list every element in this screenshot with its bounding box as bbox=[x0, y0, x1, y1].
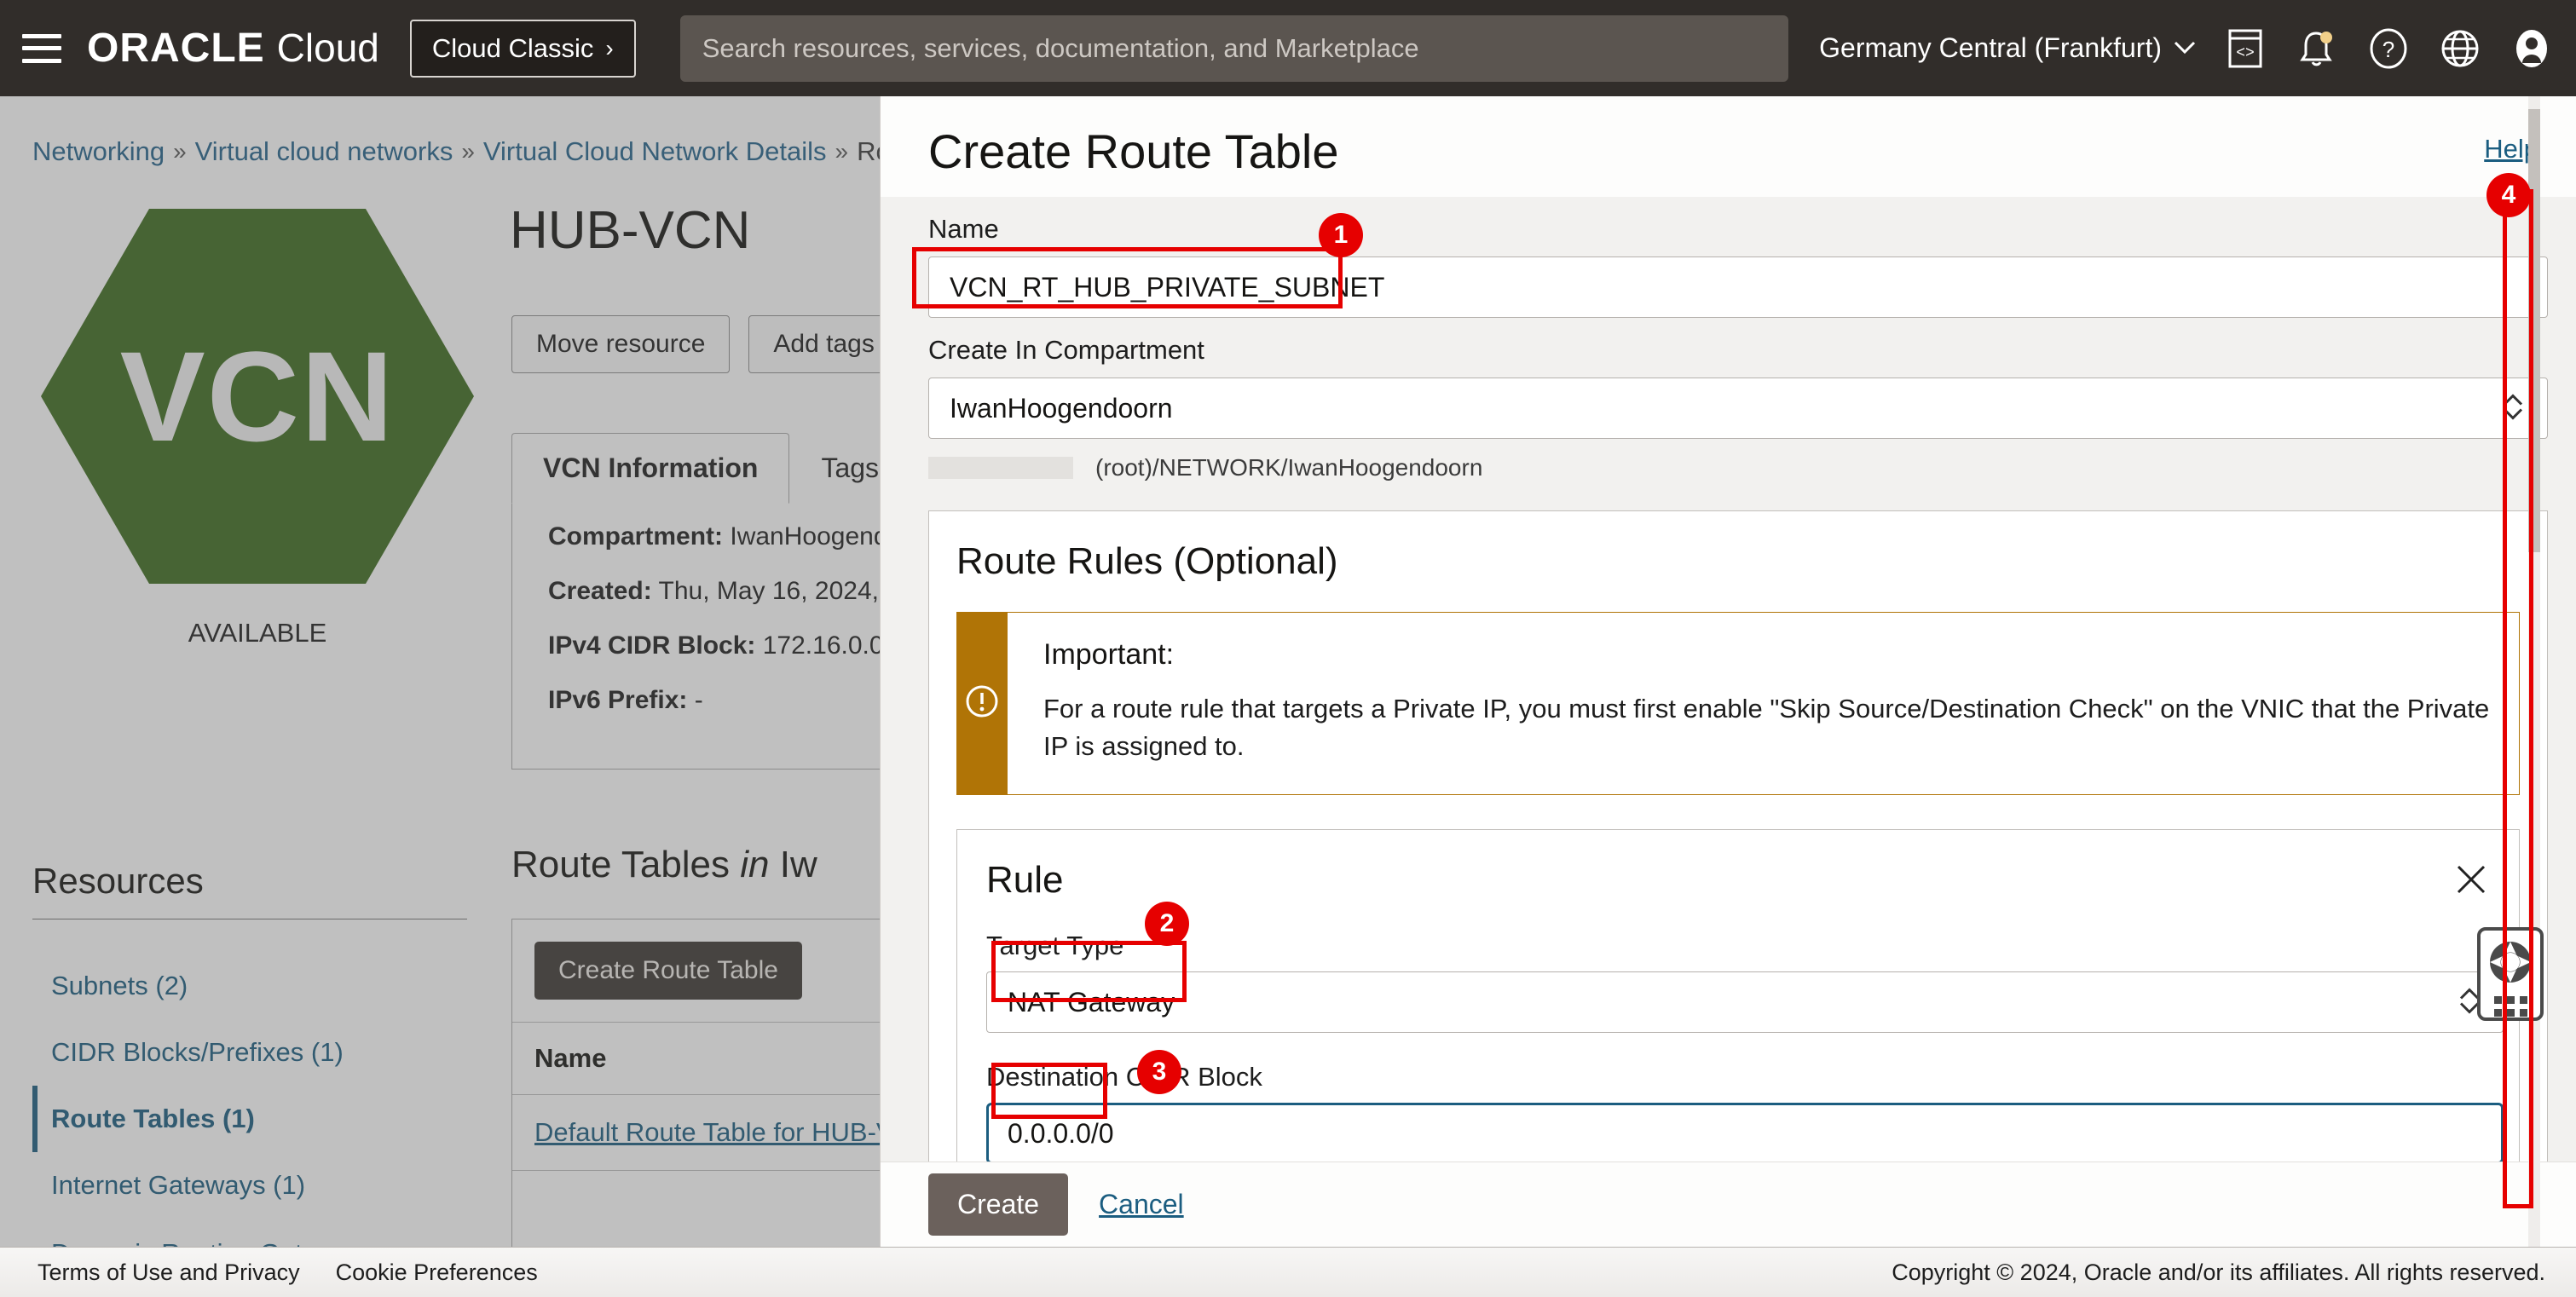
sidebar-item-cidr-blocks[interactable]: CIDR Blocks/Prefixes (1) bbox=[32, 1019, 476, 1086]
footer-links: Terms of Use and Privacy Cookie Preferen… bbox=[38, 1260, 538, 1286]
name-input[interactable] bbox=[928, 257, 2548, 318]
alert-text: For a route rule that targets a Private … bbox=[1043, 690, 2490, 765]
breadcrumb-item-networking[interactable]: Networking bbox=[32, 136, 165, 167]
sidebar-item-internet-gateways[interactable]: Internet Gateways (1) bbox=[32, 1152, 476, 1219]
vcn-availability-status: AVAILABLE bbox=[188, 618, 327, 648]
cloud-classic-button[interactable]: Cloud Classic › bbox=[410, 20, 636, 78]
search-input[interactable] bbox=[702, 33, 1766, 64]
compartment-path-placeholder-block bbox=[928, 457, 1073, 479]
vcn-hexagon-label: VCN bbox=[120, 323, 396, 470]
topbar-actions: Germany Central (Frankfurt) <> bbox=[1819, 26, 2554, 71]
help-question-icon[interactable]: ? bbox=[2366, 26, 2411, 71]
move-resource-button[interactable]: Move resource bbox=[511, 315, 730, 373]
alert-title: Important: bbox=[1043, 638, 2490, 672]
route-rules-title: Route Rules (Optional) bbox=[956, 540, 2520, 583]
alert-body: Important: For a route rule that targets… bbox=[1008, 613, 2519, 794]
breadcrumb-separator-1: » bbox=[173, 138, 187, 165]
top-navigation-bar: ORACLE Cloud Cloud Classic › Germany Cen… bbox=[0, 0, 2576, 96]
language-globe-icon[interactable] bbox=[2438, 26, 2482, 71]
help-widget[interactable] bbox=[2477, 927, 2544, 1021]
compartment-select[interactable] bbox=[928, 378, 2548, 439]
panel-title: Create Route Table bbox=[928, 124, 1339, 179]
resources-heading: Resources bbox=[32, 861, 467, 902]
compartment-path-hint: (root)/NETWORK/IwanHoogendoorn bbox=[928, 454, 2550, 481]
exclamation-circle-icon bbox=[964, 683, 1000, 723]
route-table-link[interactable]: Default Route Table for HUB-VCN bbox=[534, 1117, 932, 1147]
route-tables-title-in: in bbox=[740, 844, 769, 885]
chevron-right-icon: › bbox=[605, 37, 613, 61]
target-type-label: Target Type bbox=[986, 931, 2490, 961]
svg-text:<>: <> bbox=[2236, 45, 2255, 62]
rule-box: Rule Target Type NAT Gateway bbox=[956, 829, 2520, 1162]
info-value-ipv6-prefix: - bbox=[695, 686, 703, 714]
route-tables-section-title: Route Tables in Iw bbox=[511, 844, 817, 886]
oracle-cloud-logo[interactable]: ORACLE Cloud bbox=[87, 25, 379, 72]
compartment-select-wrap[interactable] bbox=[928, 378, 2548, 439]
create-route-table-button[interactable]: Create Route Table bbox=[534, 942, 802, 1000]
info-value-compartment: IwanHoogendo bbox=[730, 522, 902, 551]
tab-vcn-information[interactable]: VCN Information bbox=[511, 433, 789, 504]
info-value-created: Thu, May 16, 2024, 0 bbox=[659, 577, 901, 605]
region-selector[interactable]: Germany Central (Frankfurt) bbox=[1819, 32, 2196, 64]
cloud-classic-label: Cloud Classic bbox=[432, 33, 594, 64]
cloud-wordmark: Cloud bbox=[277, 25, 379, 71]
route-rules-card: Route Rules (Optional) Important: bbox=[928, 510, 2548, 1162]
route-tables-title-suffix: Iw bbox=[780, 844, 817, 885]
compartment-field-label: Create In Compartment bbox=[928, 335, 2550, 366]
info-key-ipv4-cidr: IPv4 CIDR Block: bbox=[548, 631, 755, 660]
notifications-bell-icon[interactable] bbox=[2295, 26, 2339, 71]
chevron-down-icon bbox=[2174, 37, 2196, 61]
create-route-table-panel: Create Route Table Help Name Create In C… bbox=[880, 96, 2576, 1247]
page-footer: Terms of Use and Privacy Cookie Preferen… bbox=[0, 1247, 2576, 1297]
close-x-icon[interactable] bbox=[2451, 859, 2492, 900]
resources-list: Subnets (2) CIDR Blocks/Prefixes (1) Rou… bbox=[32, 953, 476, 1297]
cookie-preferences-link[interactable]: Cookie Preferences bbox=[336, 1260, 538, 1286]
oracle-wordmark: ORACLE bbox=[87, 25, 265, 72]
info-key-ipv6-prefix: IPv6 Prefix: bbox=[548, 686, 687, 714]
route-tables-title-prefix: Route Tables bbox=[511, 844, 730, 885]
region-label: Germany Central (Frankfurt) bbox=[1819, 32, 2162, 64]
terms-of-use-link[interactable]: Terms of Use and Privacy bbox=[38, 1260, 300, 1286]
panel-footer: Create Cancel bbox=[881, 1162, 2576, 1247]
footer-copyright: Copyright © 2024, Oracle and/or its affi… bbox=[1892, 1260, 2545, 1286]
create-button[interactable]: Create bbox=[928, 1173, 1068, 1236]
hamburger-menu-icon[interactable] bbox=[15, 29, 68, 68]
cloud-shell-icon[interactable]: <> bbox=[2223, 26, 2267, 71]
panel-body: Name Create In Compartment (root)/NETWOR… bbox=[881, 197, 2576, 1162]
add-tags-button[interactable]: Add tags bbox=[748, 315, 898, 373]
panel-header: Create Route Table Help bbox=[881, 96, 2576, 197]
destination-cidr-input[interactable] bbox=[986, 1103, 2504, 1162]
sidebar-item-subnets[interactable]: Subnets (2) bbox=[32, 953, 476, 1019]
vcn-hexagon-icon: VCN bbox=[41, 209, 474, 584]
rule-box-title: Rule bbox=[986, 859, 2490, 902]
global-search-box[interactable] bbox=[680, 15, 1788, 82]
breadcrumb-separator-2: » bbox=[461, 138, 475, 165]
user-avatar-icon[interactable] bbox=[2510, 26, 2554, 71]
svg-text:?: ? bbox=[2383, 37, 2394, 62]
panel-scrollbar-thumb[interactable] bbox=[2528, 109, 2540, 552]
destination-cidr-label: Destination CIDR Block bbox=[986, 1062, 2490, 1092]
page-title: HUB-VCN bbox=[510, 200, 750, 261]
breadcrumb-separator-3: » bbox=[835, 138, 849, 165]
alert-accent-bar bbox=[956, 613, 1008, 794]
compartment-path-text: (root)/NETWORK/IwanHoogendoorn bbox=[1095, 454, 1482, 481]
name-field-label: Name bbox=[928, 214, 2550, 245]
cancel-link[interactable]: Cancel bbox=[1099, 1189, 1184, 1220]
info-key-created: Created: bbox=[548, 577, 652, 605]
vcn-status-badge: VCN AVAILABLE bbox=[36, 209, 479, 648]
sidebar-item-route-tables[interactable]: Route Tables (1) bbox=[32, 1086, 476, 1152]
important-alert: Important: For a route rule that targets… bbox=[956, 612, 2520, 795]
drag-handle-dots-icon[interactable] bbox=[2494, 996, 2527, 1017]
breadcrumb-item-virtual-cloud-networks[interactable]: Virtual cloud networks bbox=[195, 136, 453, 167]
breadcrumb-item-vcn-details[interactable]: Virtual Cloud Network Details bbox=[483, 136, 827, 167]
lifesaver-help-icon[interactable] bbox=[2486, 937, 2535, 991]
breadcrumb: Networking » Virtual cloud networks » Vi… bbox=[32, 136, 962, 167]
target-type-select[interactable]: NAT Gateway bbox=[986, 971, 2504, 1033]
info-key-compartment: Compartment: bbox=[548, 522, 723, 551]
target-type-value: NAT Gateway bbox=[1008, 987, 1175, 1018]
